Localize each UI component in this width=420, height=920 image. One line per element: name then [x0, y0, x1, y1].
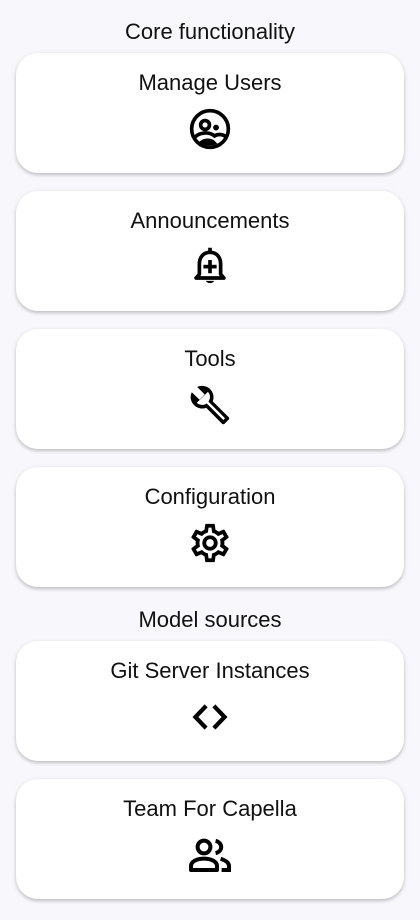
section-title-core: Core functionality: [125, 19, 295, 44]
people-icon: [186, 831, 234, 879]
card-git-server-instances[interactable]: Git Server Instances: [16, 641, 404, 761]
gear-icon: [186, 519, 234, 567]
card-label: Tools: [184, 346, 236, 371]
card-label: Configuration: [144, 484, 276, 509]
card-label: Announcements: [130, 208, 290, 233]
card-tools[interactable]: Tools: [16, 329, 404, 449]
bell-plus-icon: [186, 243, 234, 291]
card-label: Git Server Instances: [110, 658, 310, 683]
card-manage-users[interactable]: Manage Users: [16, 53, 404, 173]
card-announcements[interactable]: Announcements: [16, 191, 404, 311]
section-title-model-sources: Model sources: [138, 607, 282, 632]
wrench-icon: [186, 381, 234, 429]
card-label: Team For Capella: [123, 796, 297, 821]
card-team-for-capella[interactable]: Team For Capella: [16, 779, 404, 899]
card-configuration[interactable]: Configuration: [16, 467, 404, 587]
card-label: Manage Users: [138, 70, 282, 95]
account-circle-icon: [186, 105, 234, 153]
code-brackets-icon: [186, 693, 234, 741]
